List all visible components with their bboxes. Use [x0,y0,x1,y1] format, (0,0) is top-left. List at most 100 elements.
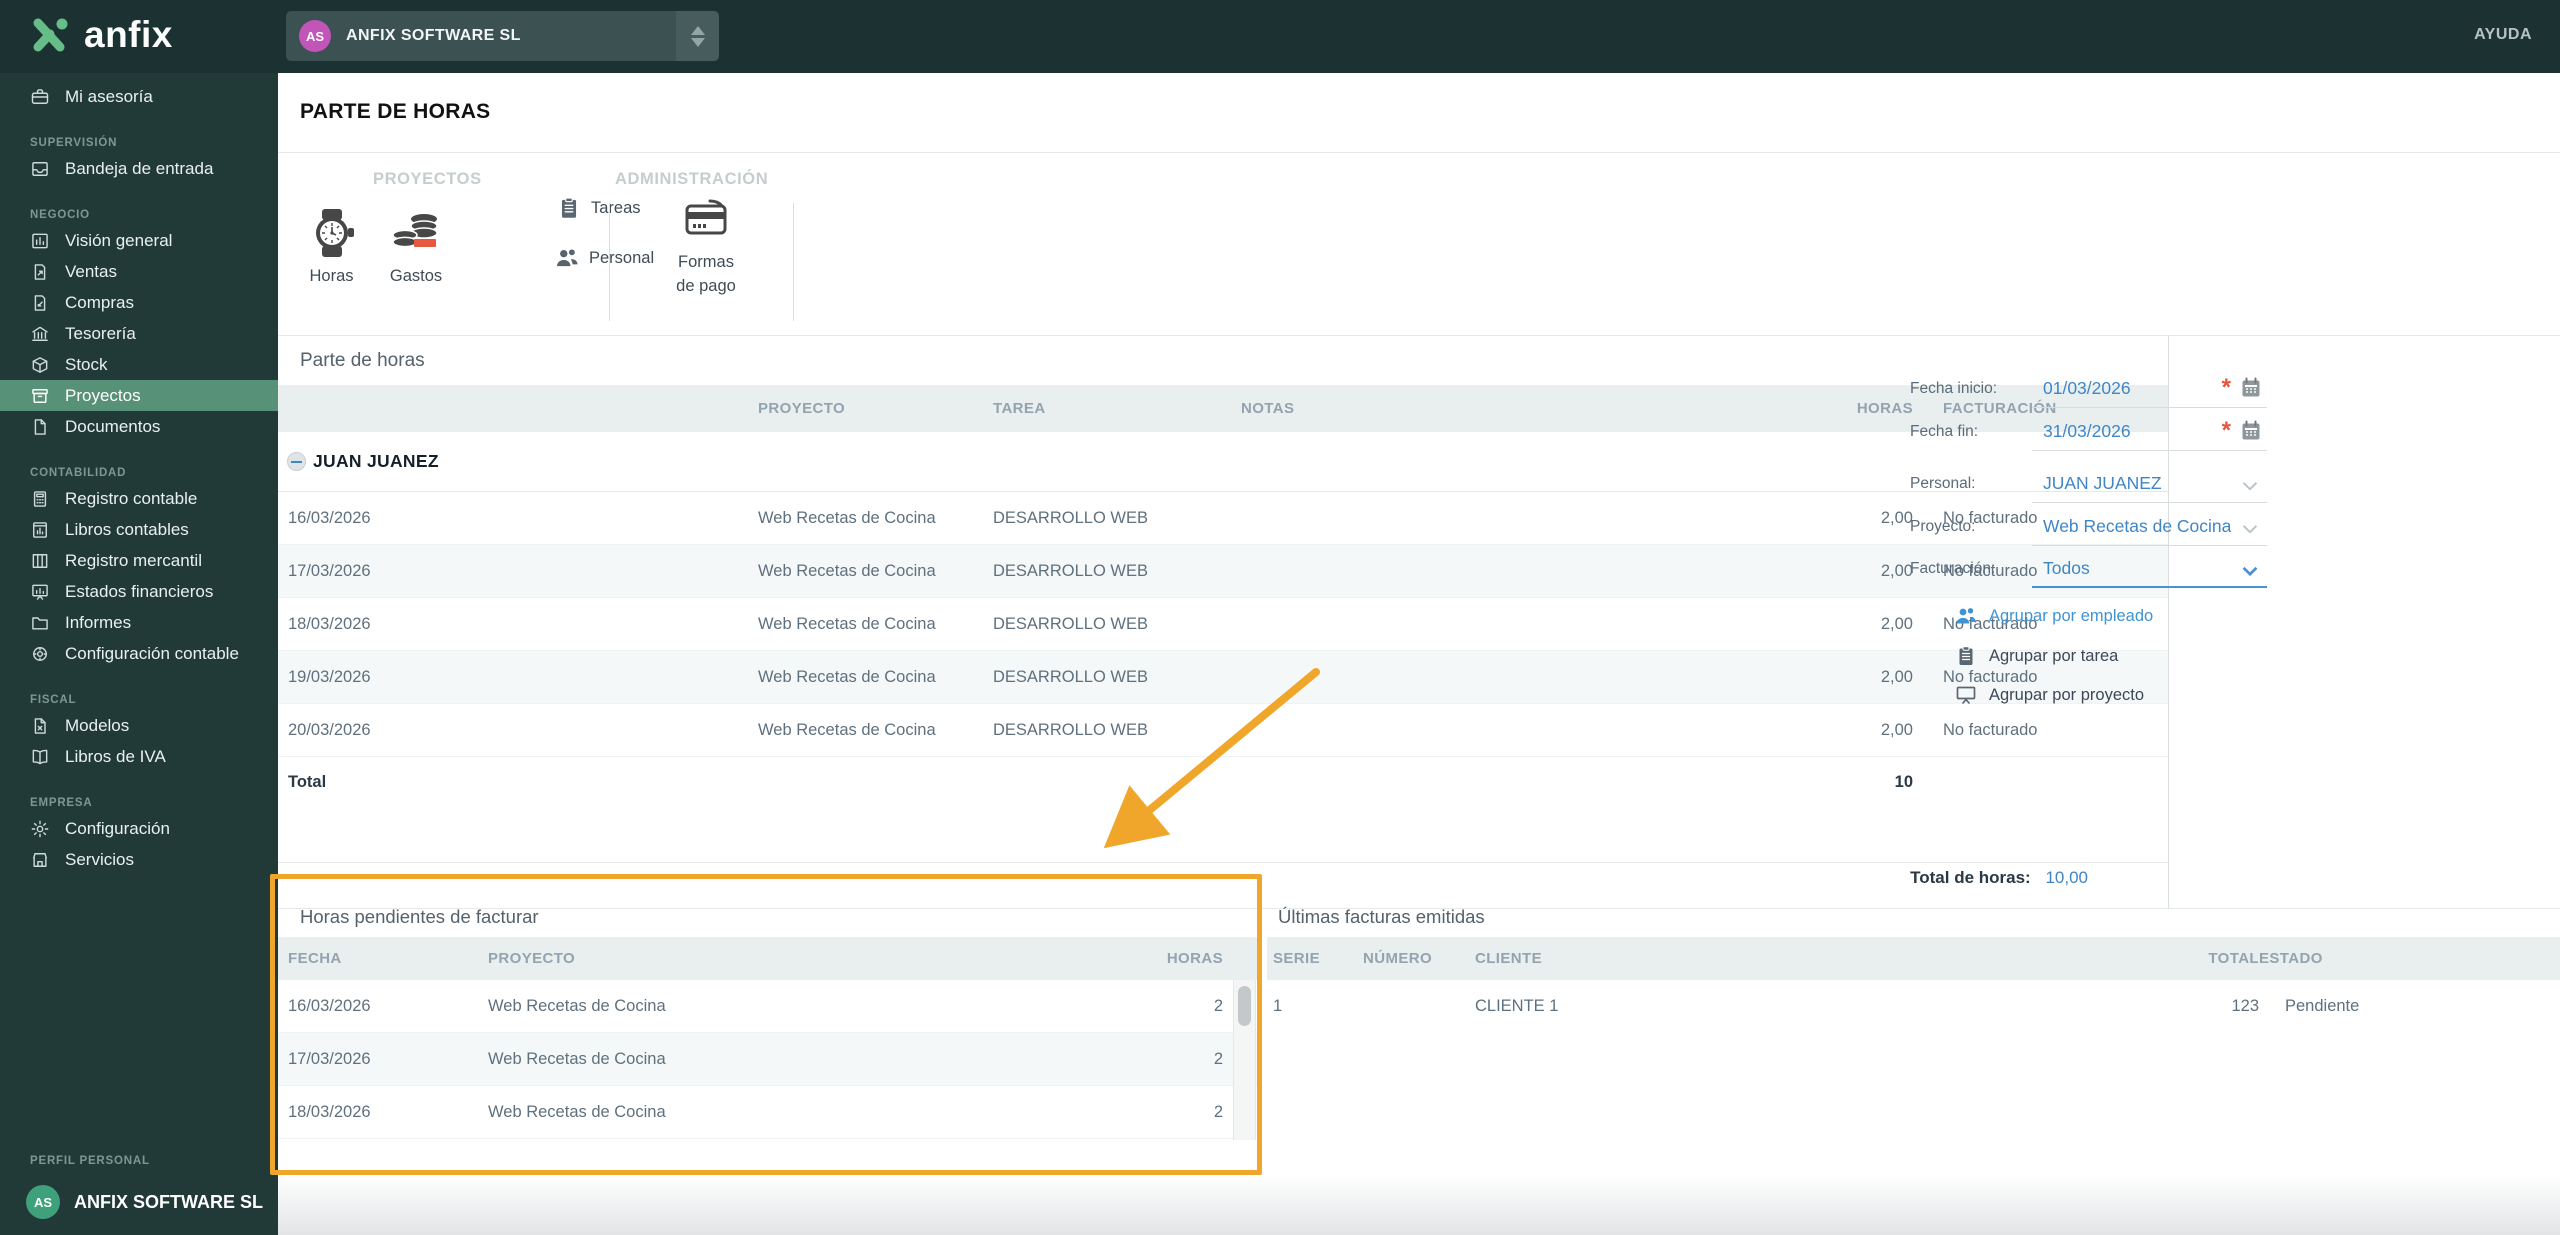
chevron-down-icon[interactable] [2239,475,2261,497]
total-label: Total [288,773,327,791]
clipboard-icon [556,195,582,221]
watch-icon [306,207,358,259]
timesheet-row[interactable]: 17/03/2026 Web Recetas de Cocina DESARRO… [278,545,2168,598]
calendar-icon[interactable] [2239,376,2263,400]
sidebar-item-compras[interactable]: Compras [0,287,278,318]
calendar-icon[interactable] [2239,419,2263,443]
purchases-doc-icon [30,293,50,313]
group-by-employee[interactable]: Agrupar por empleado [1954,601,2153,631]
sidebar-item-bandeja-de-entrada[interactable]: Bandeja de entrada [0,153,278,184]
company-selector[interactable]: AS ANFIX SOFTWARE SL [286,11,719,61]
bar-chart-icon [30,231,50,251]
tool-formas-de-pago[interactable]: Formas de pago [670,193,742,299]
ledger-icon [30,520,50,540]
filter-fecha-inicio: Fecha inicio: 01/03/2026 * [1910,370,2550,410]
timesheet-section-title: Parte de horas [300,350,425,371]
scrollbar-track[interactable] [1233,980,1256,1140]
clipboard-icon [1954,644,1978,668]
sidebar-item-modelos[interactable]: Modelos [0,710,278,741]
book-open-icon [30,747,50,767]
sales-doc-icon [30,262,50,282]
sidebar-section-negocio: NEGOCIO [30,209,90,221]
invoices-header-row: SERIE NÚMERO CLIENTE TOTAL ESTADO [1267,937,2560,980]
tool-personal[interactable]: Personal [554,245,654,271]
briefcase-icon [30,87,50,107]
timesheet-row[interactable]: 16/03/2026 Web Recetas de Cocina DESARRO… [278,492,2168,545]
fecha-inicio-field[interactable]: 01/03/2026 * [2032,370,2267,408]
sidebar-item-registro-contable[interactable]: Registro contable [0,483,278,514]
timesheet-row[interactable]: 19/03/2026 Web Recetas de Cocina DESARRO… [278,651,2168,704]
timesheet-row[interactable]: 20/03/2026 Web Recetas de Cocina DESARRO… [278,704,2168,757]
tool-horas[interactable]: Horas [304,207,359,289]
invoice-status: Pendiente [2285,997,2360,1015]
timesheet-total-row: Total 10 [278,756,2168,809]
sidebar: Mi asesoría SUPERVISIÓN Bandeja de entra… [0,73,278,1235]
scrollbar-thumb[interactable] [1238,986,1251,1026]
gear-icon [30,819,50,839]
pending-hours-row[interactable]: 18/03/2026 Web Recetas de Cocina 2 [278,1086,1260,1139]
invoice-row[interactable]: 1 CLIENTE 1 123 Pendiente [1267,980,2560,1033]
company-selector-arrows-icon[interactable] [676,11,719,61]
facturacion-select[interactable]: Todos [2032,550,2267,588]
tool-gastos[interactable]: Gastos [386,207,446,289]
sidebar-item-servicios[interactable]: Servicios [0,844,278,875]
help-link[interactable]: AYUDA [2474,26,2532,44]
sidebar-item-configuracion-contable[interactable]: Configuración contable [0,638,278,669]
ribbon-divider [609,203,610,321]
sidebar-item-documentos[interactable]: Documentos [0,411,278,442]
company-name: ANFIX SOFTWARE SL [346,27,521,44]
sidebar-item-mi-asesoria[interactable]: Mi asesoría [0,81,278,112]
sidebar-item-informes[interactable]: Informes [0,607,278,638]
folder-icon [30,613,50,633]
file-x-icon [30,716,50,736]
timesheet-row[interactable]: 18/03/2026 Web Recetas de Cocina DESARRO… [278,598,2168,651]
group-by-project[interactable]: Agrupar por proyecto [1954,680,2144,710]
divider [278,335,2560,336]
sidebar-item-vision-general[interactable]: Visión general [0,225,278,256]
sidebar-item-proyectos[interactable]: Proyectos [0,380,278,411]
profile-account[interactable]: AS ANFIX SOFTWARE SL [0,1185,278,1219]
sidebar-section-supervision: SUPERVISIÓN [30,137,118,149]
credit-card-icon [680,193,732,245]
total-hours-footer: Total de horas: 10,00 [1910,868,2088,887]
chevron-down-icon[interactable] [2239,560,2261,582]
coins-icon [390,207,442,259]
box-icon [30,355,50,375]
pending-hours-row[interactable]: 16/03/2026 Web Recetas de Cocina 2 [278,980,1260,1033]
bank-icon [30,324,50,344]
timesheet-header-row: PROYECTO TAREA NOTAS HORAS FACTURACIÓN [278,385,2168,432]
personal-select[interactable]: JUAN JUANEZ [2032,465,2267,503]
filter-proyecto: Proyecto: Web Recetas de Cocina [1910,508,2550,548]
sidebar-item-stock[interactable]: Stock [0,349,278,380]
sidebar-section-empresa: EMPRESA [30,797,93,809]
pending-hours-header-row: FECHA PROYECTO HORAS [278,937,1260,980]
main-content: PARTE DE HORAS PROYECTOS ADMINISTRACIÓN … [278,73,2560,1235]
col-horas: HORAS [1856,400,1913,417]
total-hours-footer-value: 10,00 [2045,868,2088,887]
sidebar-item-configuracion[interactable]: Configuración [0,813,278,844]
page-title: PARTE DE HORAS [300,100,491,123]
col-proyecto: PROYECTO [758,400,846,417]
pending-hours-row[interactable]: 17/03/2026 Web Recetas de Cocina 2 [278,1033,1260,1086]
top-bar: anfix AS ANFIX SOFTWARE SL AYUDA [0,0,2560,73]
ribbon-group-administracion: ADMINISTRACIÓN [615,170,769,188]
profile-section-label: PERFIL PERSONAL [30,1155,150,1167]
sidebar-item-estados-financieros[interactable]: Estados financieros [0,576,278,607]
inbox-icon [30,159,50,179]
sidebar-item-libros-contables[interactable]: Libros contables [0,514,278,545]
group-by-task[interactable]: Agrupar por tarea [1954,641,2118,671]
tool-tareas[interactable]: Tareas [556,195,641,221]
sidebar-item-registro-mercantil[interactable]: Registro mercantil [0,545,278,576]
screen-icon [1954,683,1978,707]
filter-personal: Personal: JUAN JUANEZ [1910,465,2550,505]
collapse-group-icon[interactable] [287,452,306,471]
sidebar-item-ventas[interactable]: Ventas [0,256,278,287]
proyecto-select[interactable]: Web Recetas de Cocina [2032,508,2267,546]
profile-account-name: ANFIX SOFTWARE SL [74,1191,263,1212]
anfix-logo[interactable]: anfix [30,14,173,56]
fecha-fin-field[interactable]: 31/03/2026 * [2032,413,2267,451]
people-icon [1954,604,1978,628]
chevron-down-icon[interactable] [2239,518,2261,540]
sidebar-item-libros-de-iva[interactable]: Libros de IVA [0,741,278,772]
sidebar-item-tesoreria[interactable]: Tesorería [0,318,278,349]
